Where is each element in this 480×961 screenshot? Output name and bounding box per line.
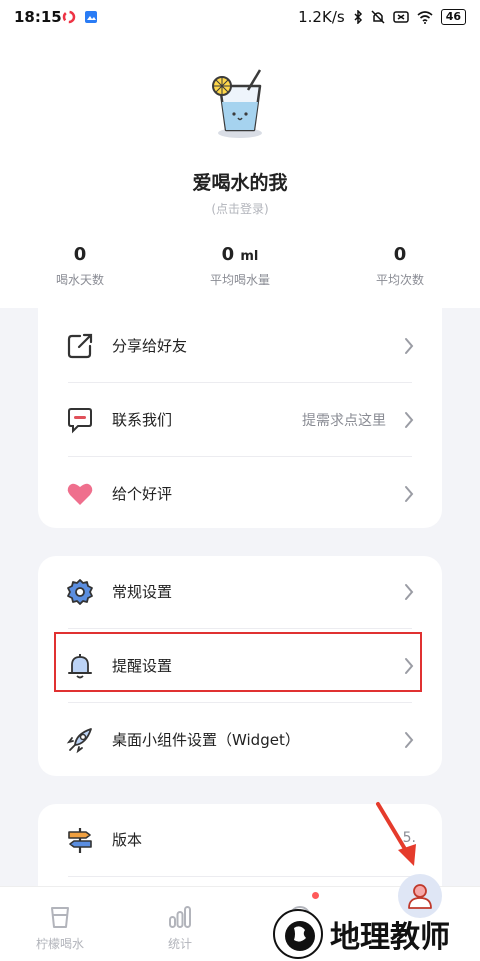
divider <box>68 702 412 703</box>
menu-item-label: 给个好评 <box>112 485 173 503</box>
chevron-right-icon <box>405 732 414 748</box>
chevron-right-icon <box>405 412 414 428</box>
menu-item-label: 联系我们 <box>112 411 173 429</box>
status-time: 18:15 <box>14 8 62 26</box>
network-speed: 1.2K/s <box>298 8 345 26</box>
stat-label: 平均喝水量 <box>209 273 270 287</box>
menu-item-label: 分享给好友 <box>112 337 188 355</box>
arrow-pointer-icon <box>376 802 416 866</box>
signpost-icon <box>68 828 92 853</box>
username[interactable]: 爱喝水的我 <box>0 168 480 195</box>
message-icon <box>68 408 92 434</box>
wifi-icon <box>417 11 433 24</box>
menu-item-contact[interactable]: 联系我们 提需求点这里 <box>38 384 442 456</box>
stat-value: 0 <box>221 244 235 265</box>
divider <box>68 876 412 877</box>
tab-label: 柠檬喝水 <box>35 937 84 951</box>
mute-icon <box>371 10 385 24</box>
gallery-notification-icon <box>85 11 97 23</box>
menu-item-general-settings[interactable]: 常规设置 <box>38 556 442 628</box>
divider <box>68 382 412 383</box>
chevron-right-icon <box>405 584 414 600</box>
stat-average-times: 0 平均次数 <box>340 244 460 288</box>
menu-item-widget-settings[interactable]: 桌面小组件设置（Widget） <box>38 704 442 776</box>
chevron-right-icon <box>405 338 414 354</box>
stat-label: 喝水天数 <box>55 273 104 287</box>
login-link[interactable]: (点击登录) <box>0 200 480 217</box>
stat-value: 0 <box>73 244 87 265</box>
stat-value: 0 <box>393 244 407 265</box>
menu-item-label: 桌面小组件设置（Widget） <box>112 731 300 749</box>
highlight-box <box>54 632 422 692</box>
watermark-text: 地理教师 <box>330 920 450 955</box>
menu-item-share[interactable]: 分享给好友 <box>38 310 442 382</box>
share-icon <box>67 333 93 359</box>
battery-level: 46 <box>440 9 466 25</box>
app-notification-icon <box>62 10 76 24</box>
stat-average-amount: 0 ml 平均喝水量 <box>180 244 300 288</box>
heart-icon <box>67 483 93 505</box>
menu-item-hint: 提需求点这里 <box>302 413 386 429</box>
gear-icon <box>67 579 93 605</box>
stat-label: 平均次数 <box>375 273 424 287</box>
bar-chart-icon <box>169 906 191 928</box>
tab-statistics[interactable]: 统计 <box>132 887 228 961</box>
chevron-right-icon <box>405 486 414 502</box>
menu-item-label: 常规设置 <box>112 583 173 601</box>
divider <box>68 456 412 457</box>
rocket-icon <box>66 728 92 754</box>
menu-item-label: 版本 <box>112 831 143 849</box>
globe-logo-icon <box>273 909 323 959</box>
no-sim-icon <box>392 11 409 23</box>
notification-dot <box>312 892 319 899</box>
cup-icon <box>51 907 69 928</box>
bluetooth-icon <box>354 10 362 24</box>
tab-home[interactable]: 柠檬喝水 <box>12 887 108 961</box>
tab-label: 统计 <box>167 937 192 951</box>
stat-drink-days: 0 喝水天数 <box>20 244 140 288</box>
status-bar: 18:15 1.2K/s 46 <box>0 0 480 34</box>
watermark: 地理教师 <box>272 908 450 960</box>
social-card: 分享给好友 联系我们 提需求点这里 给个好评 <box>38 308 442 528</box>
avatar[interactable] <box>208 68 272 140</box>
divider <box>68 628 412 629</box>
menu-item-rate[interactable]: 给个好评 <box>38 458 442 530</box>
stat-unit: ml <box>240 249 259 264</box>
